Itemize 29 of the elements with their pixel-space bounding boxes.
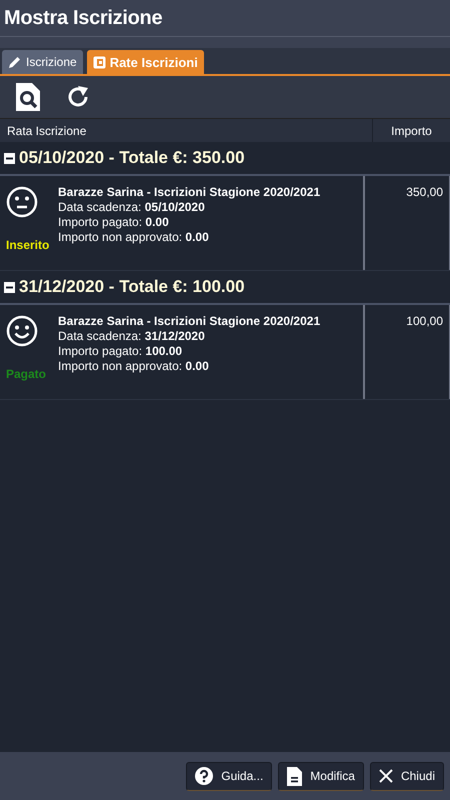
amount: 350,00 [406, 185, 443, 199]
column-header[interactable]: Importo [373, 119, 450, 142]
pencil-icon [8, 55, 22, 69]
help-icon [195, 767, 214, 785]
status-label: Inserito [6, 238, 50, 252]
group-heading: 05/10/2020 - Totale €: 350.00 [19, 148, 245, 168]
detail-line: Importo non approvato: 0.00 [58, 230, 210, 245]
close-button[interactable]: Chiudi [370, 762, 444, 790]
refresh-icon[interactable] [66, 85, 90, 109]
detail-line: Importo pagato: 0.00 [58, 215, 170, 230]
detail-line: Importo pagato: 100.00 [58, 344, 184, 359]
detail-line: Data scadenza: 31/12/2020 [58, 329, 206, 344]
amount: 100,00 [406, 314, 443, 328]
item-title: Barazze Sarina - Iscrizioni Stagione 2020/2021 [58, 314, 320, 329]
detail-line: Importo non approvato: 0.00 [58, 359, 210, 374]
item-title: Barazze Sarina - Iscrizioni Stagione 2020/2021 [58, 185, 320, 200]
search-document-icon[interactable] [16, 83, 40, 111]
collapse-icon[interactable] [4, 282, 15, 292]
collapse-icon[interactable] [4, 152, 15, 164]
document-icon [92, 56, 106, 68]
tab[interactable]: Iscrizione [2, 50, 83, 74]
detail-line: Data scadenza: 05/10/2020 [58, 200, 206, 215]
edit-button[interactable]: Modifica [278, 762, 364, 790]
close-icon [378, 769, 393, 783]
window-title: Mostra Iscrizione [4, 6, 162, 30]
group-heading: 31/12/2020 - Totale €: 100.00 [19, 277, 245, 297]
status-label: Pagato [6, 367, 46, 381]
help-button[interactable]: Guida... [186, 762, 272, 790]
document-icon [287, 766, 302, 786]
